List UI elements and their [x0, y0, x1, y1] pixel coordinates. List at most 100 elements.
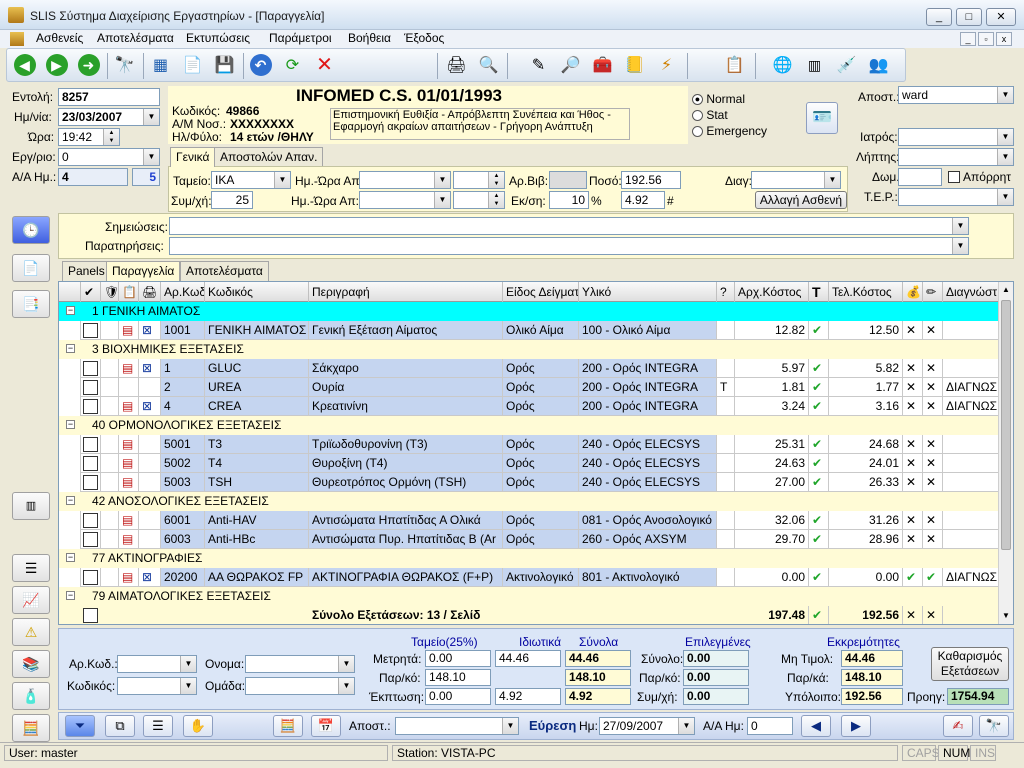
header-t[interactable]: T: [809, 282, 829, 302]
clear-tests-button[interactable]: Καθαρισμός Εξετάσεων: [931, 647, 1009, 681]
bottle-icon[interactable]: 🧴: [12, 682, 50, 710]
close-icon[interactable]: ✕: [906, 399, 916, 413]
row-checkbox[interactable]: [83, 456, 98, 471]
footer-apost-select[interactable]: ▼: [395, 717, 519, 735]
copy-icon[interactable]: ⧉: [105, 715, 135, 737]
calculator-icon[interactable]: 🧮: [273, 715, 303, 737]
close-icon[interactable]: ✕: [926, 380, 936, 394]
row-flag-1[interactable]: ✕: [903, 435, 923, 454]
close-icon[interactable]: ✕: [926, 399, 936, 413]
edit-icon[interactable]: ✎: [525, 52, 552, 79]
symxh-field[interactable]: 25: [211, 191, 253, 209]
doctor-select[interactable]: ▼: [898, 128, 1014, 146]
row-form[interactable]: [119, 378, 139, 397]
onoma-filter[interactable]: ▼: [245, 655, 355, 673]
hmwra-ap-date[interactable]: ▼: [359, 171, 451, 189]
tameio-select[interactable]: ΙΚΑ ▼: [211, 171, 291, 189]
row-calc[interactable]: ⊠: [139, 568, 161, 587]
row-flag-2[interactable]: ✕: [923, 473, 943, 492]
row-calc[interactable]: [139, 511, 161, 530]
close-icon[interactable]: ✕: [906, 361, 916, 375]
binoculars-icon[interactable]: 🔭: [111, 52, 138, 79]
poso-field[interactable]: 192.56: [621, 171, 681, 189]
row-form[interactable]: ▤: [119, 568, 139, 587]
row-calc[interactable]: [139, 378, 161, 397]
close-icon[interactable]: ✕: [906, 323, 916, 337]
header-code[interactable]: Κωδικός: [205, 282, 309, 302]
patient-card-icon[interactable]: 🪪: [806, 102, 838, 134]
next-icon[interactable]: ➜: [75, 52, 102, 79]
row-flag-2[interactable]: ✕: [923, 454, 943, 473]
pen-icon[interactable]: ✍: [943, 715, 973, 737]
tep-select[interactable]: ▼: [898, 188, 1014, 206]
row-select[interactable]: [81, 378, 101, 397]
calendar-icon[interactable]: 📅: [311, 715, 341, 737]
collapse-icon[interactable]: −: [66, 496, 75, 505]
priority-normal[interactable]: ● Normal: [692, 92, 745, 106]
menu-exit[interactable]: Έξοδος: [404, 31, 444, 45]
row-flag-1[interactable]: ✕: [903, 321, 923, 340]
certificate-icon[interactable]: 📋: [721, 52, 748, 79]
header-sample[interactable]: Είδος Δείγματ: [503, 282, 579, 302]
row-flag-2[interactable]: ✕: [923, 359, 943, 378]
order-number-field[interactable]: 8257: [58, 88, 160, 106]
print-preview-icon[interactable]: 🔍: [475, 52, 502, 79]
tools-icon[interactable]: 🧰: [589, 52, 616, 79]
row-checkbox[interactable]: [83, 361, 98, 376]
previous-icon[interactable]: ◀: [801, 715, 831, 737]
close-icon[interactable]: ✕: [906, 380, 916, 394]
table-row[interactable]: ▤ ⊠ 4 CREA Κρεατινίνη Ορός 200 - Ορός INTEGRA 3…: [59, 397, 999, 416]
row-checkbox[interactable]: [83, 399, 98, 414]
table-row[interactable]: ▤ ⊠ 1001 ΓΕΝΙΚΗ ΑΙΜΑΤΟΣ Γενική Εξέταση Αίματ…: [59, 321, 999, 340]
row-form[interactable]: ▤: [119, 473, 139, 492]
row-flag-1[interactable]: ✕: [903, 359, 923, 378]
chevron-down-icon[interactable]: ▼: [434, 172, 450, 188]
header-form-icon[interactable]: 📋: [119, 282, 139, 302]
row-select[interactable]: [81, 397, 101, 416]
time-field[interactable]: 19:42 ▲ ▼: [58, 128, 120, 146]
row-form[interactable]: ▤: [119, 321, 139, 340]
parathrhseis-field[interactable]: ▼: [169, 237, 969, 255]
row-form[interactable]: ▤: [119, 511, 139, 530]
header-final[interactable]: Τελ.Κόστος: [829, 282, 903, 302]
spinner-icon[interactable]: ▲ ▼: [488, 192, 504, 208]
group-row[interactable]: − 1 ΓΕΝΙΚΗ ΑΙΜΑΤΟΣ: [59, 302, 999, 321]
chevron-down-icon[interactable]: ▼: [274, 172, 290, 188]
header-pen-icon[interactable]: ✏: [923, 282, 943, 302]
table-row[interactable]: ▤ 5001 T3 Τριϊωδοθυρονίνη (T3) Ορός 240 - Ορό…: [59, 435, 999, 454]
row-select[interactable]: [81, 454, 101, 473]
collapse-icon[interactable]: −: [66, 420, 75, 429]
delete-icon[interactable]: ✕: [311, 52, 338, 79]
row-form[interactable]: ▤: [119, 530, 139, 549]
diag-select[interactable]: ▼: [751, 171, 841, 189]
arkwd-filter[interactable]: ▼: [117, 655, 197, 673]
group-row[interactable]: − 3 ΒΙΟΧΗΜΙΚΕΣ ΕΞΕΤΑΣΕΙΣ: [59, 340, 999, 359]
header-print-icon[interactable]: 🖨: [139, 282, 161, 302]
chevron-down-icon[interactable]: ▼: [143, 109, 159, 125]
filter-icon[interactable]: ⏷: [65, 715, 95, 737]
search-aa[interactable]: 0: [747, 717, 793, 735]
table-row[interactable]: ▤ ⊠ 1 GLUC Σάκχαρο Ορός 200 - Ορός INTEGRA 5.97…: [59, 359, 999, 378]
table-row[interactable]: ▤ 6001 Anti-HAV Αντισώματα Ηπατίτιδας Α Ολι…: [59, 511, 999, 530]
row-select[interactable]: [81, 321, 101, 340]
row-calc[interactable]: ⊠: [139, 321, 161, 340]
row-flag-1[interactable]: ✕: [903, 378, 923, 397]
chevron-down-icon[interactable]: ▼: [997, 129, 1013, 145]
close-icon[interactable]: ✕: [923, 606, 943, 624]
omada-filter[interactable]: ▼: [245, 677, 355, 695]
globe-icon[interactable]: 🌐: [769, 52, 796, 79]
row-flag-2[interactable]: ✕: [923, 435, 943, 454]
users-icon[interactable]: 👥: [865, 52, 892, 79]
header-cost[interactable]: Αρχ.Κόστος: [735, 282, 809, 302]
date-field[interactable]: 23/03/2007 ▼: [58, 108, 160, 126]
close-icon[interactable]: ✕: [926, 532, 936, 546]
row-flag-1[interactable]: ✕: [903, 473, 923, 492]
notebook-icon[interactable]: 📒: [621, 52, 648, 79]
table-row[interactable]: ▤ 5002 T4 Θυροξίνη (T4) Ορός 240 - Ορός ELECS…: [59, 454, 999, 473]
copy-icon[interactable]: 📑: [12, 290, 50, 318]
close-icon[interactable]: ✕: [906, 456, 916, 470]
close-icon[interactable]: ✕: [926, 361, 936, 375]
change-patient-button[interactable]: Αλλαγή Ασθενή: [755, 191, 847, 209]
close-icon[interactable]: ✕: [926, 475, 936, 489]
apost-select[interactable]: ward ▼: [898, 86, 1014, 104]
